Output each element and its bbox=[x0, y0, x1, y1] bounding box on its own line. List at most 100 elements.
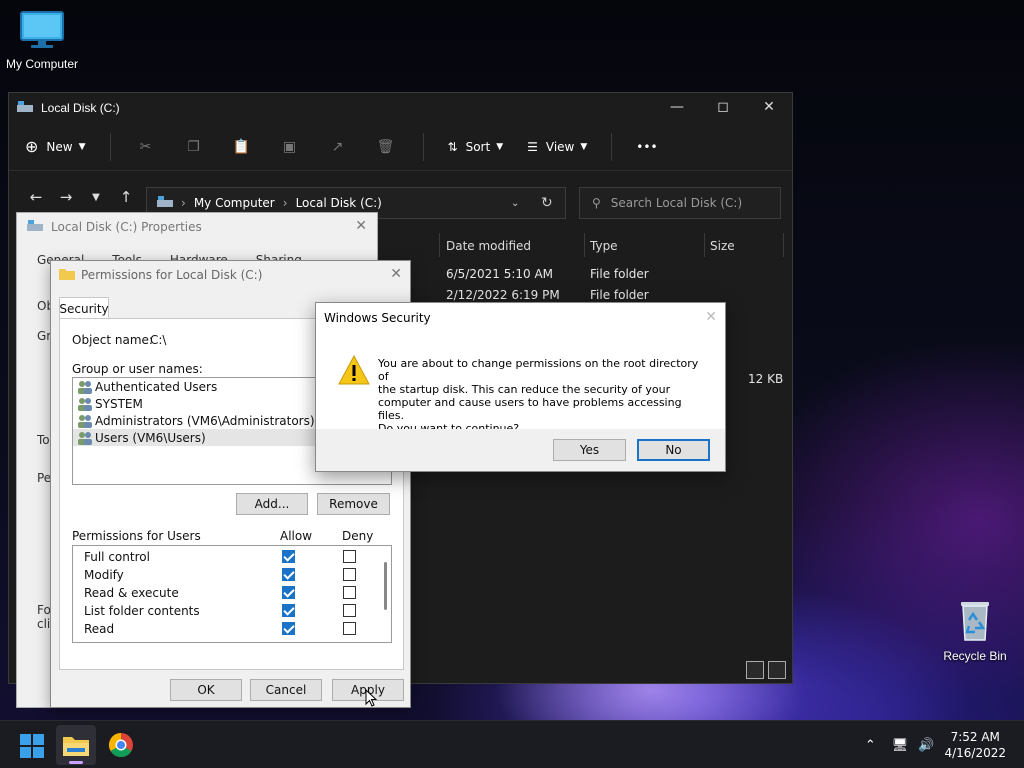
drive-icon bbox=[17, 100, 33, 116]
desktop: My Computer Recycle Bin Local Disk (C:) … bbox=[0, 0, 1024, 720]
active-indicator bbox=[69, 761, 83, 764]
command-bar: ⊕ New ▼ ✂ ❐ 📋 ▣ ↗ 🗑 ⇅ Sort ▼ ☰ View ▼ ••… bbox=[9, 123, 792, 171]
desktop-icon-recycle-bin[interactable]: Recycle Bin bbox=[933, 598, 1017, 663]
add-button[interactable]: Add... bbox=[236, 493, 308, 515]
share-icon[interactable]: ↗ bbox=[327, 136, 349, 158]
deny-checkbox[interactable] bbox=[343, 622, 356, 635]
start-button[interactable] bbox=[20, 734, 44, 761]
toolbar-separator bbox=[109, 132, 111, 161]
permission-row: Full control bbox=[73, 548, 391, 566]
breadcrumb-my-computer[interactable]: My Computer bbox=[194, 196, 275, 210]
chrome-taskbar-button[interactable] bbox=[108, 732, 134, 761]
new-button[interactable]: ⊕ New ▼ bbox=[25, 137, 86, 156]
no-button[interactable]: No bbox=[637, 439, 710, 461]
network-icon[interactable]: 🖥 bbox=[892, 738, 909, 753]
file-explorer-taskbar-button[interactable] bbox=[56, 725, 96, 765]
close-button[interactable]: ✕ bbox=[746, 93, 792, 121]
chevron-up-icon[interactable]: ⌃ bbox=[865, 738, 876, 753]
search-box[interactable]: ⚲ Search Local Disk (C:) bbox=[579, 187, 781, 219]
desktop-icon-my-computer[interactable]: My Computer bbox=[0, 10, 84, 71]
title-bar[interactable]: Local Disk (C:) Properties ✕ bbox=[17, 213, 377, 241]
mouse-cursor-icon bbox=[365, 688, 378, 710]
users-icon bbox=[78, 414, 92, 428]
windows-logo-icon bbox=[20, 734, 44, 758]
column-header-date[interactable]: Date modified bbox=[446, 233, 531, 259]
windows-security-dialog: Windows Security ✕ You are about to chan… bbox=[315, 302, 726, 472]
breadcrumb-local-disk[interactable]: Local Disk (C:) bbox=[296, 196, 382, 210]
details-view-icon[interactable] bbox=[746, 661, 764, 679]
title-bar[interactable]: Permissions for Local Disk (C:) ✕ bbox=[51, 261, 410, 289]
deny-checkbox[interactable] bbox=[343, 550, 356, 563]
scrollbar-thumb[interactable] bbox=[384, 562, 387, 610]
permission-name: List folder contents bbox=[84, 604, 200, 618]
permission-name: Full control bbox=[84, 550, 150, 564]
deny-checkbox[interactable] bbox=[343, 604, 356, 617]
user-name: Authenticated Users bbox=[95, 379, 218, 394]
allow-checkbox[interactable] bbox=[282, 604, 295, 617]
permission-name: Modify bbox=[84, 568, 124, 582]
view-button[interactable]: ☰ View ▼ bbox=[527, 140, 587, 154]
forward-arrow-icon[interactable]: → bbox=[51, 188, 81, 206]
allow-checkbox[interactable] bbox=[282, 568, 295, 581]
folder-icon bbox=[63, 737, 89, 756]
row-size[interactable]: 12 KB bbox=[748, 372, 783, 386]
column-separator[interactable] bbox=[584, 233, 585, 257]
allow-checkbox[interactable] bbox=[282, 622, 295, 635]
close-icon[interactable]: ✕ bbox=[390, 266, 402, 282]
volume-icon[interactable]: 🔊 bbox=[918, 738, 934, 753]
toolbar-separator bbox=[611, 132, 613, 161]
column-header-size[interactable]: Size bbox=[710, 233, 735, 259]
user-name: Users (VM6\Users) bbox=[95, 430, 206, 445]
chrome-icon bbox=[108, 733, 133, 758]
deny-checkbox[interactable] bbox=[343, 568, 356, 581]
new-label: New bbox=[46, 139, 73, 154]
column-separator[interactable] bbox=[439, 233, 440, 257]
view-switcher bbox=[742, 661, 786, 679]
users-icon bbox=[78, 397, 92, 411]
sort-icon: ⇅ bbox=[447, 139, 458, 154]
back-arrow-icon[interactable]: ← bbox=[21, 188, 51, 206]
dialog-title: Local Disk (C:) Properties bbox=[51, 220, 202, 234]
refresh-icon[interactable]: ↻ bbox=[541, 195, 553, 211]
copy-icon[interactable]: ❐ bbox=[183, 136, 205, 158]
close-icon[interactable]: ✕ bbox=[705, 309, 717, 325]
column-separator[interactable] bbox=[783, 233, 784, 257]
up-arrow-icon[interactable]: ↑ bbox=[111, 188, 141, 206]
more-options-button[interactable]: ••• bbox=[636, 140, 657, 154]
allow-checkbox[interactable] bbox=[282, 586, 295, 599]
column-separator[interactable] bbox=[704, 233, 705, 257]
dialog-title: Windows Security bbox=[324, 311, 431, 325]
cancel-button[interactable]: Cancel bbox=[250, 679, 322, 701]
row-type[interactable]: File folder bbox=[590, 288, 649, 302]
dialog-footer: Yes No bbox=[316, 429, 725, 471]
row-date[interactable]: 2/12/2022 6:19 PM bbox=[446, 288, 560, 302]
address-dropdown-icon[interactable]: ⌄ bbox=[511, 198, 519, 209]
allow-checkbox[interactable] bbox=[282, 550, 295, 563]
paste-icon[interactable]: 📋 bbox=[231, 136, 253, 158]
tiles-view-icon[interactable] bbox=[768, 661, 786, 679]
message-line: the startup disk. This can reduce the se… bbox=[378, 383, 671, 396]
deny-checkbox[interactable] bbox=[343, 586, 356, 599]
remove-button[interactable]: Remove bbox=[317, 493, 390, 515]
delete-icon[interactable]: 🗑 bbox=[375, 136, 397, 158]
minimize-button[interactable]: — bbox=[654, 93, 700, 121]
ok-button[interactable]: OK bbox=[170, 679, 242, 701]
sort-button[interactable]: ⇅ Sort ▼ bbox=[448, 140, 504, 154]
close-icon[interactable]: ✕ bbox=[355, 218, 367, 234]
warning-icon bbox=[338, 354, 370, 388]
recent-chevron-icon[interactable]: ▼ bbox=[81, 192, 111, 203]
view-icon: ☰ bbox=[527, 139, 538, 154]
row-date[interactable]: 6/5/2021 5:10 AM bbox=[446, 267, 553, 281]
title-bar[interactable]: Windows Security ✕ bbox=[316, 303, 725, 333]
clock-time: 7:52 AM bbox=[950, 730, 1000, 744]
maximize-button[interactable]: ◻ bbox=[700, 93, 746, 121]
object-name-value: C:\ bbox=[150, 333, 167, 347]
tab-security[interactable]: Security bbox=[59, 297, 109, 319]
yes-button[interactable]: Yes bbox=[553, 439, 626, 461]
clock[interactable]: 7:52 AM 4/16/2022 bbox=[944, 729, 1006, 761]
rename-icon[interactable]: ▣ bbox=[279, 136, 301, 158]
column-header-type[interactable]: Type bbox=[590, 233, 618, 259]
cut-icon[interactable]: ✂ bbox=[135, 136, 157, 158]
row-type[interactable]: File folder bbox=[590, 267, 649, 281]
system-tray: ⌃ 🖥 🔊 7:52 AM 4/16/2022 bbox=[865, 721, 1024, 768]
